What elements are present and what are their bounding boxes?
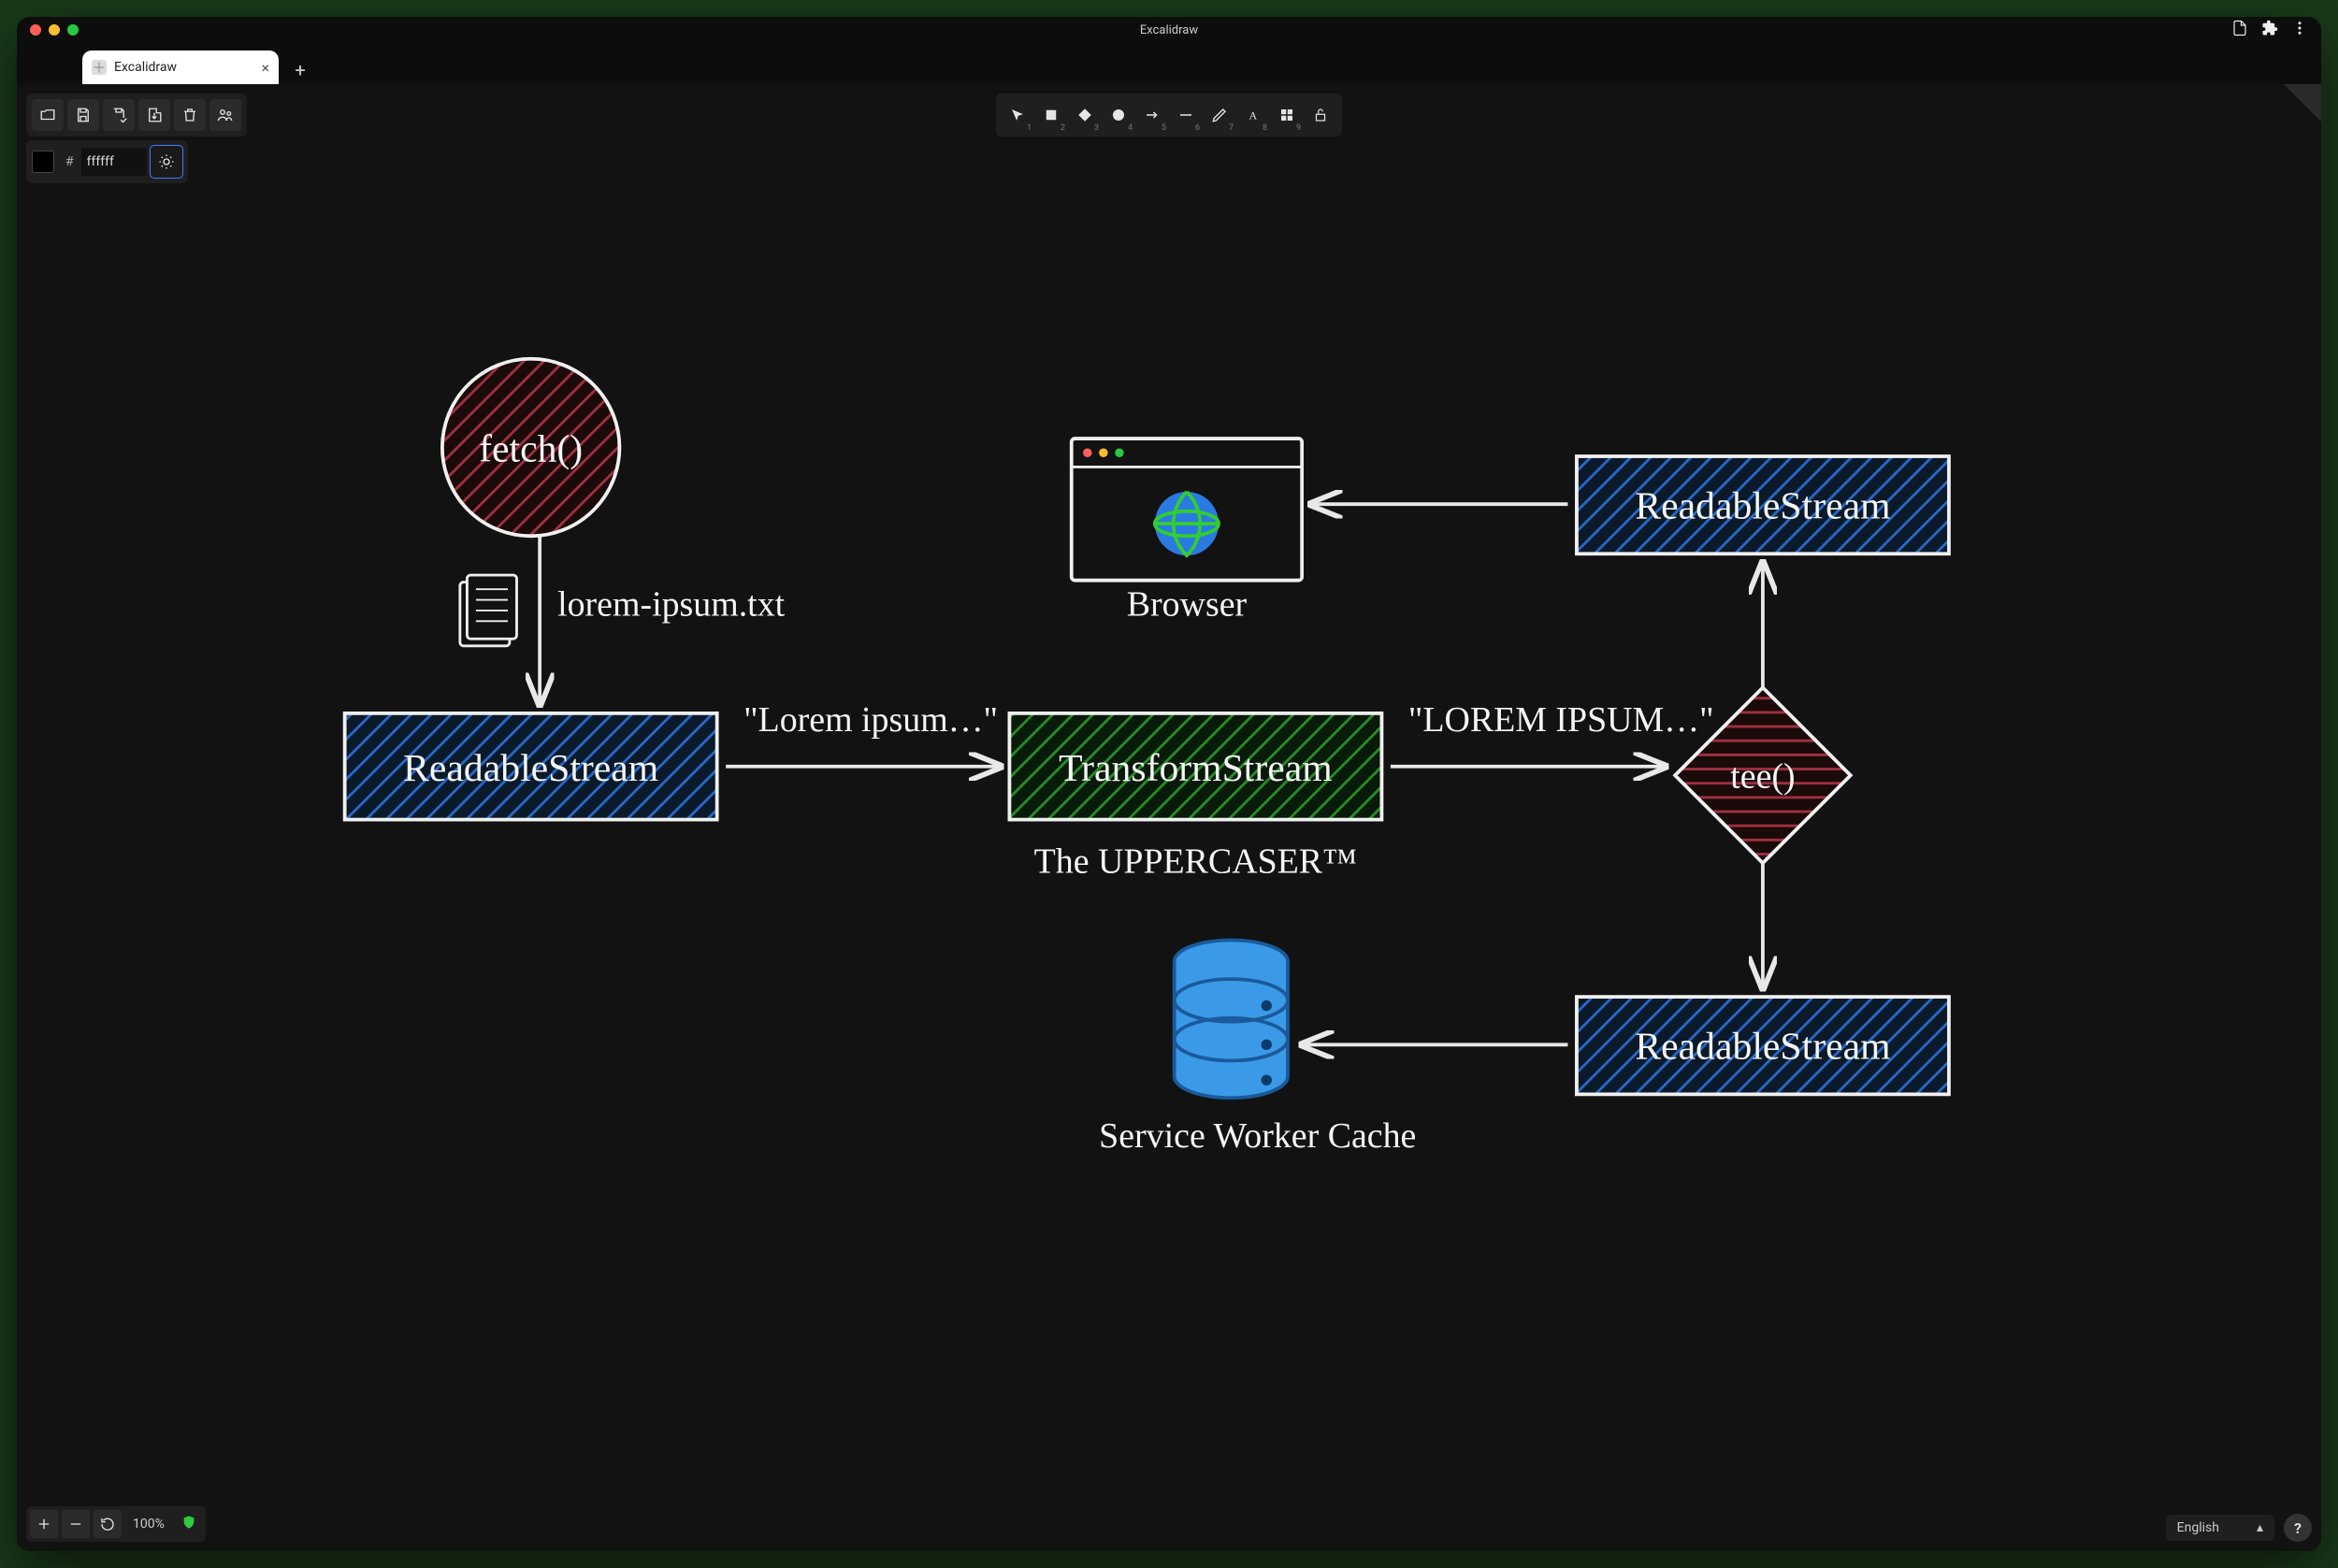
bottom-right-controls: English ▴ ? [2166,1514,2312,1542]
zoom-level[interactable]: 100% [125,1517,172,1532]
app-canvas-area: # 1 2 3 4 5 6 7 A8 9 [17,84,2321,1551]
file-icon [460,575,517,646]
app-window: Excalidraw Excalidraw × + [17,17,2321,1551]
minimize-window-button[interactable] [49,24,60,36]
label-uppercaser: The UPPERCASER™ [1034,842,1358,881]
label-browser: Browser [1127,585,1248,625]
database-icon [1175,940,1288,1098]
drawing-canvas[interactable]: fetch() lorem-ipsum.txt ReadableStream "… [17,84,2321,1431]
label-readable1: ReadableStream [403,747,658,790]
zoom-out-button[interactable] [62,1510,90,1538]
new-tab-button[interactable]: + [286,56,314,84]
zoom-in-button[interactable] [30,1510,58,1538]
label-readable2: ReadableStream [1635,484,1890,527]
label-readable3: ReadableStream [1635,1025,1890,1068]
shield-icon[interactable] [176,1515,202,1533]
label-lorem-upper: "LOREM IPSUM…" [1408,700,1714,740]
tab-close-icon[interactable]: × [261,59,269,77]
maximize-window-button[interactable] [67,24,79,36]
help-button[interactable]: ? [2284,1514,2312,1542]
label-fetch: fetch() [479,428,583,471]
file-icon[interactable] [2231,20,2248,40]
label-swcache: Service Worker Cache [1099,1116,1416,1156]
reset-zoom-button[interactable] [94,1510,122,1538]
close-window-button[interactable] [30,24,41,36]
chevron-up-icon: ▴ [2257,1520,2263,1535]
window-title: Excalidraw [17,23,2321,37]
language-select[interactable]: English ▴ [2166,1515,2274,1541]
tab-favicon [92,60,107,75]
more-icon[interactable] [2291,20,2308,40]
browser-icon [1072,439,1302,581]
tab-title: Excalidraw [114,60,177,75]
zoom-toolbar: 100% [26,1506,206,1542]
label-tee: tee() [1730,756,1795,796]
label-transform: TransformStream [1059,747,1333,790]
tab-excalidraw[interactable]: Excalidraw × [82,50,279,84]
traffic-lights [30,24,79,36]
label-lorem-lower: "Lorem ipsum…" [743,700,998,740]
titlebar: Excalidraw [17,17,2321,43]
tab-bar: Excalidraw × + [17,43,2321,84]
label-file: lorem-ipsum.txt [557,585,786,625]
language-label: English [2177,1520,2219,1535]
extension-icon[interactable] [2261,20,2278,40]
